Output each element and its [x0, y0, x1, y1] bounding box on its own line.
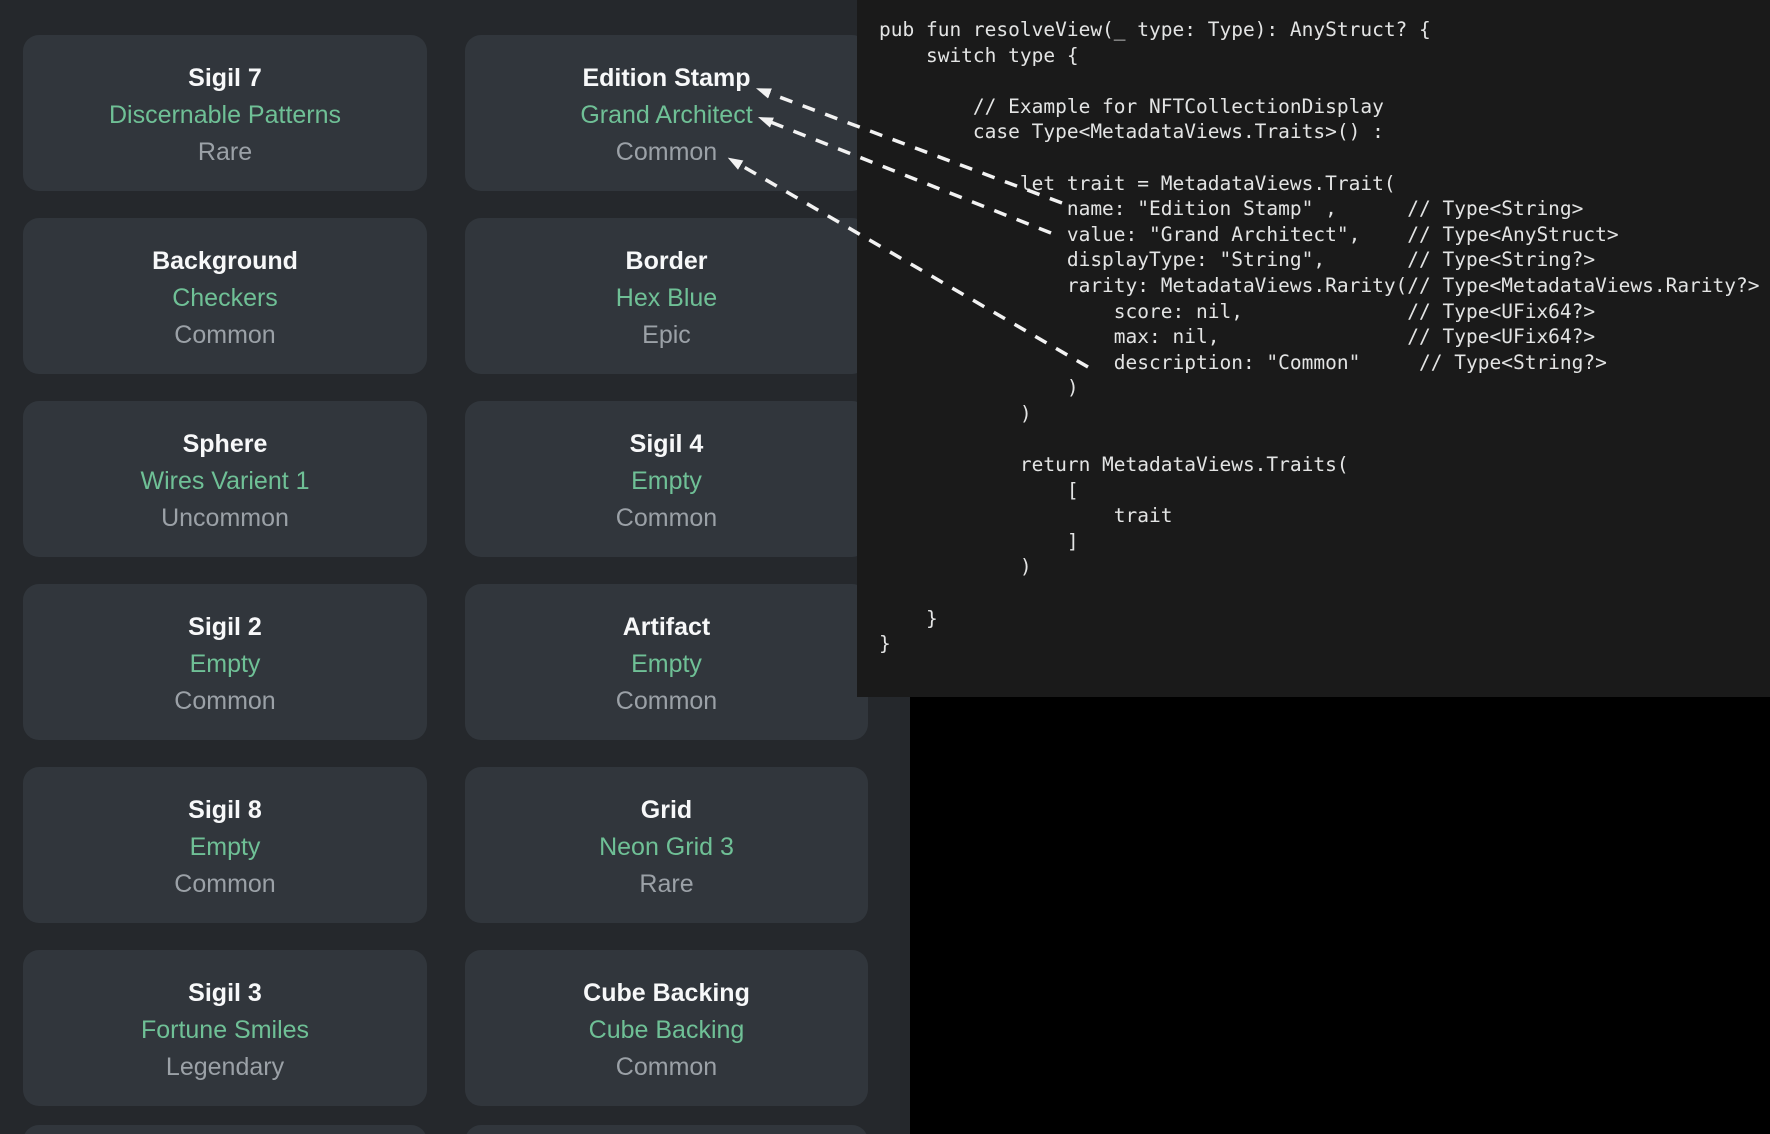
trait-name: Sigil 7: [188, 63, 262, 93]
trait-name: Background: [152, 246, 298, 276]
trait-rarity: Rare: [639, 869, 693, 899]
trait-card: Sphere Wires Varient 1 Uncommon: [23, 401, 427, 557]
trait-name: Sigil 4: [630, 429, 704, 459]
trait-card: Sigil 7 Discernable Patterns Rare: [23, 35, 427, 191]
trait-value: Grand Architect: [580, 100, 752, 130]
trait-name: Sigil 2: [188, 612, 262, 642]
trait-name: Cube Backing: [583, 978, 750, 1008]
trait-value: Fortune Smiles: [141, 1015, 309, 1045]
trait-card: Grid Neon Grid 3 Rare: [465, 767, 868, 923]
trait-card: Background Checkers Common: [23, 218, 427, 374]
trait-value: Empty: [190, 649, 261, 679]
trait-card: Border Hex Blue Epic: [465, 218, 868, 374]
trait-name: Grid: [641, 795, 692, 825]
trait-name: Sphere: [183, 429, 268, 459]
traits-page[interactable]: Sigil 7 Discernable Patterns Rare Backgroun…: [0, 0, 910, 1134]
trait-name: Sigil 8: [188, 795, 262, 825]
trait-value: Empty: [631, 466, 702, 496]
trait-rarity: Uncommon: [161, 503, 289, 533]
code-panel: pub fun resolveView(_ type: Type): AnySt…: [857, 0, 1770, 697]
trait-name: Artifact: [623, 612, 711, 642]
trait-name: Sigil 3: [188, 978, 262, 1008]
trait-rarity: Common: [616, 686, 717, 716]
trait-rarity: Common: [616, 503, 717, 533]
traits-column-1: Sigil 7 Discernable Patterns Rare Backgroun…: [0, 0, 910, 1134]
trait-value: Empty: [190, 832, 261, 862]
trait-card-partial: [23, 1125, 427, 1134]
trait-card-partial: [465, 1125, 868, 1134]
trait-rarity: Common: [174, 686, 275, 716]
trait-rarity: Common: [616, 137, 717, 167]
screenshot-canvas: Sigil 7 Discernable Patterns Rare Backgroun…: [0, 0, 1770, 1134]
trait-rarity: Common: [174, 320, 275, 350]
traits-column-2: Edition Stamp Grand Architect Common Border…: [0, 0, 910, 1134]
trait-card: Sigil 2 Empty Common: [23, 584, 427, 740]
trait-card: Edition Stamp Grand Architect Common: [465, 35, 868, 191]
trait-value: Cube Backing: [589, 1015, 745, 1045]
trait-value: Neon Grid 3: [599, 832, 734, 862]
trait-value: Hex Blue: [616, 283, 717, 313]
trait-rarity: Legendary: [166, 1052, 284, 1082]
trait-rarity: Common: [616, 1052, 717, 1082]
trait-value: Checkers: [172, 283, 278, 313]
trait-value: Wires Varient 1: [140, 466, 309, 496]
trait-card: Sigil 3 Fortune Smiles Legendary: [23, 950, 427, 1106]
trait-value: Empty: [631, 649, 702, 679]
trait-name: Edition Stamp: [582, 63, 750, 93]
trait-rarity: Epic: [642, 320, 691, 350]
trait-card: Artifact Empty Common: [465, 584, 868, 740]
trait-rarity: Rare: [198, 137, 252, 167]
trait-value: Discernable Patterns: [109, 100, 341, 130]
trait-card: Sigil 4 Empty Common: [465, 401, 868, 557]
trait-card: Cube Backing Cube Backing Common: [465, 950, 868, 1106]
trait-card: Sigil 8 Empty Common: [23, 767, 427, 923]
trait-name: Border: [626, 246, 708, 276]
trait-rarity: Common: [174, 869, 275, 899]
code-block: pub fun resolveView(_ type: Type): AnySt…: [857, 0, 1770, 657]
